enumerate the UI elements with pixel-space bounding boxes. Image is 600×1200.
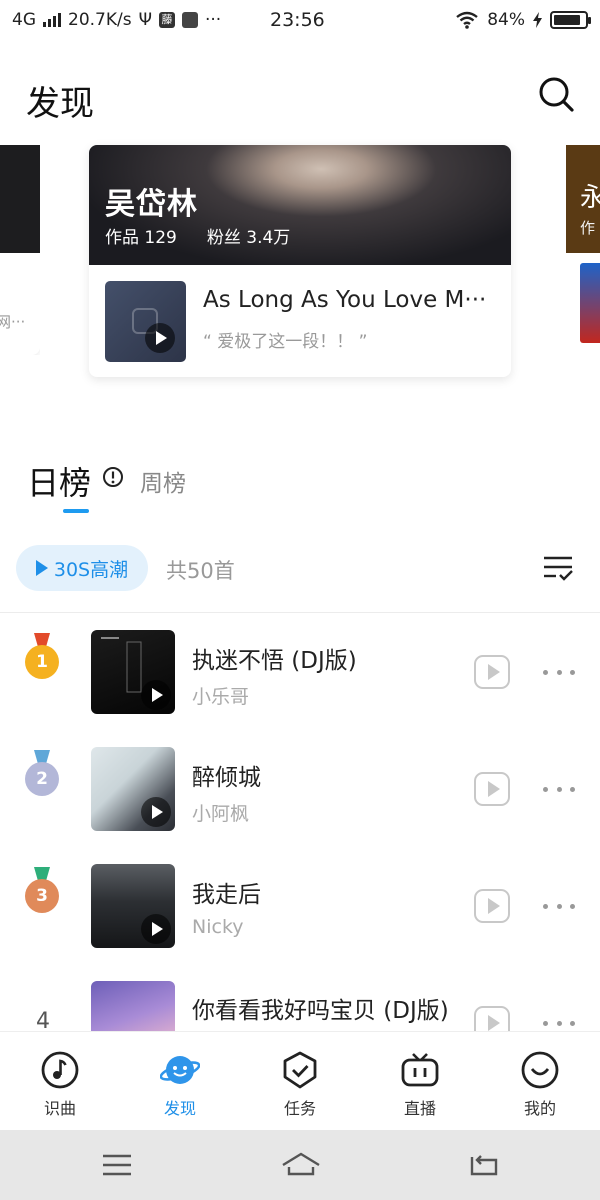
song-artist: Nicky — [192, 916, 244, 938]
song-row[interactable]: 2 醉倾城 小阿枫 — [0, 730, 600, 847]
battery-icon — [550, 11, 591, 29]
artist-photo — [0, 145, 40, 253]
play-button[interactable] — [474, 655, 510, 689]
song-title: 执迷不悟 (DJ版) — [192, 648, 357, 674]
carousel-card-next[interactable]: 永 作 — [566, 145, 600, 355]
nav-label: 发现 — [163, 1099, 196, 1118]
artist-works-count: 作品 129 — [105, 228, 177, 248]
more-options-icon[interactable] — [540, 1006, 578, 1031]
clock: 23:56 — [270, 9, 325, 31]
highlight-label: 30S高潮 — [53, 558, 129, 581]
notification-icon — [181, 12, 198, 28]
artist-name: 永 — [580, 183, 600, 213]
nav-profile[interactable]: 我的 — [480, 1032, 600, 1130]
bottom-nav: 识曲 发现 任务 直播 我的 — [0, 1031, 600, 1130]
usb-icon: Ψ — [138, 10, 152, 30]
back-icon[interactable] — [466, 1150, 500, 1180]
tab-daily-chart[interactable]: 日榜 — [27, 458, 91, 504]
featured-song[interactable]: As Long As You Love M··· “ 爱极了这一段！！ ” — [105, 281, 497, 363]
highlight-play-button[interactable]: 30S高潮 — [16, 545, 148, 591]
music-note-icon — [41, 1051, 79, 1089]
song-comment: “ 爱极了这一段！！ ” — [203, 332, 368, 352]
song-cover — [91, 981, 175, 1031]
song-cover — [580, 263, 600, 343]
charging-icon — [533, 12, 542, 28]
song-title: 我走后 — [192, 882, 261, 908]
artist-name: 吴岱林 — [105, 187, 198, 222]
nav-label: 识曲 — [43, 1099, 76, 1118]
nav-tasks[interactable]: 任务 — [240, 1032, 360, 1130]
artist-fans-count: 粉丝 3.4万 — [206, 228, 291, 248]
song-cover — [91, 864, 175, 948]
menu-icon[interactable] — [100, 1150, 134, 1180]
song-list: 1 执迷不悟 (DJ版) 小乐哥 2 醉倾城 小阿枫 3 我走后 Nicky 4… — [0, 613, 600, 1031]
app-badge-icon: 藤 — [158, 12, 175, 28]
more-options-icon[interactable] — [540, 889, 578, 923]
song-row[interactable]: 3 我走后 Nicky — [0, 847, 600, 964]
song-artist: 小阿枫 — [192, 803, 250, 825]
song-cover — [105, 281, 186, 362]
battery-percent: 84% — [487, 10, 525, 30]
status-bar: 4G 20.7K/s Ψ 藤 ··· 23:56 84% — [0, 0, 600, 40]
signal-icon — [43, 13, 61, 27]
multi-select-icon[interactable] — [541, 551, 575, 585]
song-artist: 小乐哥 — [192, 686, 250, 708]
song-snippet: 网··· — [0, 313, 26, 331]
page-title: 发现 — [26, 84, 94, 124]
song-cover — [91, 747, 175, 831]
nav-label: 我的 — [523, 1099, 556, 1118]
more-notifications: ··· — [204, 10, 222, 30]
play-button[interactable] — [474, 889, 510, 923]
song-row[interactable]: 1 执迷不悟 (DJ版) 小乐哥 — [0, 613, 600, 730]
silver-medal-icon: 2 — [24, 750, 60, 800]
play-button[interactable] — [474, 772, 510, 806]
nav-live[interactable]: 直播 — [360, 1032, 480, 1130]
more-options-icon[interactable] — [540, 655, 578, 689]
artist-photo: 永 作 — [566, 145, 600, 253]
nav-recognize[interactable]: 识曲 — [0, 1032, 120, 1130]
song-title: 醉倾城 — [192, 765, 261, 791]
carousel-card-previous[interactable]: 网··· — [0, 145, 40, 355]
smile-icon — [521, 1051, 559, 1089]
shield-check-icon — [283, 1051, 317, 1089]
nav-label: 直播 — [403, 1099, 436, 1118]
network-type: 4G — [12, 10, 36, 30]
play-icon[interactable] — [145, 323, 175, 353]
total-count: 共50首 — [166, 559, 235, 583]
play-icon[interactable] — [141, 680, 171, 710]
info-icon[interactable] — [102, 466, 124, 488]
nav-discover[interactable]: 发现 — [120, 1032, 240, 1130]
play-button[interactable] — [474, 1006, 510, 1031]
song-title: As Long As You Love M··· — [203, 287, 487, 313]
song-cover — [91, 630, 175, 714]
play-icon — [35, 560, 48, 576]
tab-weekly-chart[interactable]: 周榜 — [140, 464, 186, 498]
tab-indicator — [63, 509, 89, 513]
artist-stats: 作 — [580, 219, 596, 237]
artist-card[interactable]: 吴岱林 作品 129 粉丝 3.4万 As Long As You Love M… — [89, 145, 511, 377]
bronze-medal-icon: 3 — [24, 867, 60, 917]
more-options-icon[interactable] — [540, 772, 578, 806]
tv-icon — [401, 1053, 439, 1087]
gold-medal-icon: 1 — [24, 633, 60, 683]
wifi-icon — [456, 11, 478, 29]
system-nav-bar — [0, 1130, 600, 1200]
network-speed: 20.7K/s — [68, 10, 132, 30]
nav-label: 任务 — [283, 1099, 316, 1118]
song-title: 你看看我好吗宝贝 (DJ版) — [192, 998, 449, 1024]
planet-icon — [160, 1056, 200, 1084]
play-icon[interactable] — [141, 914, 171, 944]
rank-number: 4 — [36, 1009, 50, 1031]
song-row[interactable]: 4 你看看我好吗宝贝 (DJ版) — [0, 964, 600, 1031]
search-icon[interactable] — [536, 74, 576, 114]
home-icon[interactable] — [281, 1150, 321, 1180]
play-icon[interactable] — [141, 797, 171, 827]
